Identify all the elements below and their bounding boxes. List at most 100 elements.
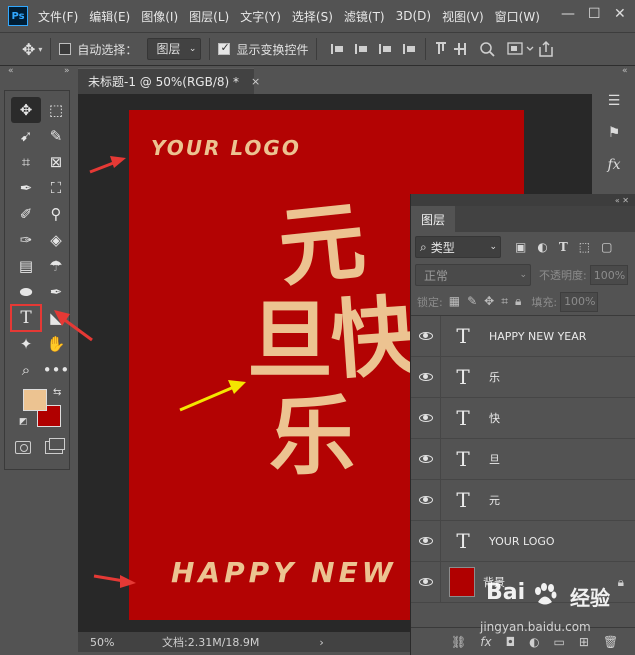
visibility-eye-icon[interactable] [411, 315, 441, 357]
layer-name[interactable]: YOUR LOGO [489, 535, 555, 548]
collapse-dock-icon[interactable]: « [622, 66, 628, 76]
zoom-tool-icon[interactable]: ⌕ [11, 357, 41, 383]
menu-3d[interactable]: 3D(D) [396, 9, 431, 23]
zoom-level[interactable]: 50% [90, 636, 154, 649]
blur-tool-icon[interactable]: ☂ [41, 253, 71, 279]
menu-type[interactable]: 文字(Y) [240, 8, 281, 25]
layer-name[interactable]: 旦 [489, 451, 500, 467]
lock-position-icon[interactable]: ✥ [484, 294, 494, 309]
expand-icon[interactable]: » [64, 66, 70, 76]
menu-select[interactable]: 选择(S) [292, 8, 333, 25]
status-menu-icon[interactable]: › [319, 636, 323, 649]
layer-row[interactable]: T 旦 [411, 438, 635, 480]
layer-row[interactable]: T 乐 [411, 356, 635, 398]
history-brush-tool-icon[interactable]: ✑ [11, 227, 41, 253]
brush-tool-icon[interactable]: ✐ [11, 201, 41, 227]
maximize-button[interactable]: ☐ [588, 6, 601, 22]
auto-select-checkbox[interactable] [59, 43, 72, 55]
adjustments-icon[interactable]: ☰ [600, 88, 628, 114]
spot-heal-tool-icon[interactable]: ⛶ [41, 175, 71, 201]
eyedropper-tool-icon[interactable]: ✒ [11, 175, 41, 201]
quick-mask-icon[interactable] [15, 441, 31, 454]
align-right-icon[interactable] [379, 42, 393, 56]
path-select-tool-icon[interactable]: ◣ [41, 305, 71, 331]
stamp-tool-icon[interactable]: ⚲ [41, 201, 71, 227]
more-tools-icon[interactable]: ••• [41, 357, 71, 383]
lock-all-icon[interactable]: 🔒︎ [515, 294, 521, 309]
collapse-toolbar-icon[interactable]: « [8, 66, 14, 76]
menu-image[interactable]: 图像(I) [141, 8, 178, 25]
chevron-down-icon[interactable]: ▾ [38, 45, 42, 54]
menu-layer[interactable]: 图层(L) [189, 8, 229, 25]
canvas-char-kuai[interactable]: 快 [328, 285, 421, 392]
visibility-eye-icon[interactable] [411, 561, 441, 603]
swap-colors-icon[interactable]: ⇆ [53, 387, 61, 398]
menu-edit[interactable]: 编辑(E) [89, 8, 130, 25]
lock-image-icon[interactable]: ✎ [467, 294, 477, 309]
canvas-char-le[interactable]: 乐 [269, 394, 355, 480]
layer-row[interactable]: T HAPPY NEW YEAR [411, 315, 635, 357]
fill-input[interactable]: 100% [560, 291, 599, 312]
opacity-input[interactable]: 100% [589, 265, 628, 285]
menu-file[interactable]: 文件(F) [38, 8, 78, 25]
layer-kind-dropdown[interactable]: ⌕ 类型 ⌄ [415, 236, 501, 258]
align-center-icon[interactable] [355, 42, 369, 56]
blend-mode-dropdown[interactable]: 正常 ⌄ [415, 264, 531, 286]
visibility-eye-icon[interactable] [411, 397, 441, 439]
type-tool-icon[interactable]: T [10, 304, 42, 332]
default-colors-icon[interactable]: ◩ [19, 417, 28, 427]
gradient-tool-icon[interactable]: ▤ [11, 253, 41, 279]
smart-object-filter-icon[interactable]: ▢ [601, 240, 612, 254]
move-tool-icon[interactable]: ✥ [11, 97, 41, 123]
distribute-icon[interactable] [403, 42, 417, 56]
layer-name[interactable]: 元 [489, 492, 500, 508]
quick-select-tool-icon[interactable]: ✎ [41, 123, 71, 149]
lock-transparent-icon[interactable]: ▦ [449, 294, 460, 309]
align-vertical-icons[interactable] [434, 39, 554, 59]
lasso-tool-icon[interactable]: ➹ [11, 123, 41, 149]
marquee-tool-icon[interactable]: ⬚ [41, 97, 71, 123]
fx-icon[interactable]: fx [600, 152, 628, 178]
menu-window[interactable]: 窗口(W) [495, 8, 540, 25]
foreground-color-swatch[interactable] [23, 389, 47, 411]
link-layers-icon[interactable]: ⛓ [451, 635, 466, 649]
pen-tool-icon[interactable]: ✒ [41, 279, 71, 305]
visibility-eye-icon[interactable] [411, 520, 441, 562]
menu-filter[interactable]: 滤镜(T) [344, 8, 385, 25]
lock-artboard-icon[interactable]: ⌗ [501, 294, 508, 309]
visibility-eye-icon[interactable] [411, 356, 441, 398]
close-tab-icon[interactable]: × [251, 75, 260, 88]
menu-view[interactable]: 视图(V) [442, 8, 484, 25]
auto-select-target-dropdown[interactable]: 图层 ⌄ [147, 38, 202, 60]
visibility-eye-icon[interactable] [411, 479, 441, 521]
shape-filter-icon[interactable]: ⬚ [579, 240, 590, 254]
frame-tool-icon[interactable]: ⊠ [41, 149, 71, 175]
minimize-button[interactable]: — [561, 6, 575, 22]
layer-row[interactable]: T YOUR LOGO [411, 520, 635, 562]
document-tab[interactable]: 未标题-1 @ 50%(RGB/8) * × [78, 68, 260, 94]
shape-tool-icon[interactable]: ✦ [11, 331, 41, 357]
pixel-filter-icon[interactable]: ▣ [515, 240, 526, 254]
visibility-eye-icon[interactable] [411, 438, 441, 480]
history-icon[interactable]: ⚑ [600, 120, 628, 146]
panel-collapse-bar[interactable]: « ✕ [411, 194, 635, 206]
show-transform-checkbox[interactable] [218, 41, 231, 55]
layer-row[interactable]: T 快 [411, 397, 635, 439]
adjustment-filter-icon[interactable]: ◐ [537, 240, 547, 254]
layer-name[interactable]: 乐 [489, 369, 500, 385]
eraser-tool-icon[interactable]: ◈ [41, 227, 71, 253]
canvas-char-dan[interactable]: 旦 [247, 298, 333, 384]
layer-name[interactable]: HAPPY NEW YEAR [489, 330, 586, 343]
layer-name[interactable]: 快 [489, 410, 500, 426]
layer-row[interactable]: T 元 [411, 479, 635, 521]
tab-layers[interactable]: 图层 [411, 206, 456, 232]
dodge-tool-icon[interactable]: ⬬ [11, 279, 41, 305]
canvas-logo-text[interactable]: YOUR LOGO [151, 136, 301, 160]
type-filter-icon[interactable]: T [559, 240, 568, 254]
canvas-char-yuan[interactable]: 元 [274, 190, 370, 299]
close-window-button[interactable]: ✕ [614, 6, 626, 22]
crop-tool-icon[interactable]: ⌗ [11, 149, 41, 175]
align-left-icon[interactable] [331, 42, 345, 56]
screen-mode-icon[interactable] [45, 438, 65, 454]
move-tool-preset-icon[interactable]: ✥ [22, 40, 35, 59]
